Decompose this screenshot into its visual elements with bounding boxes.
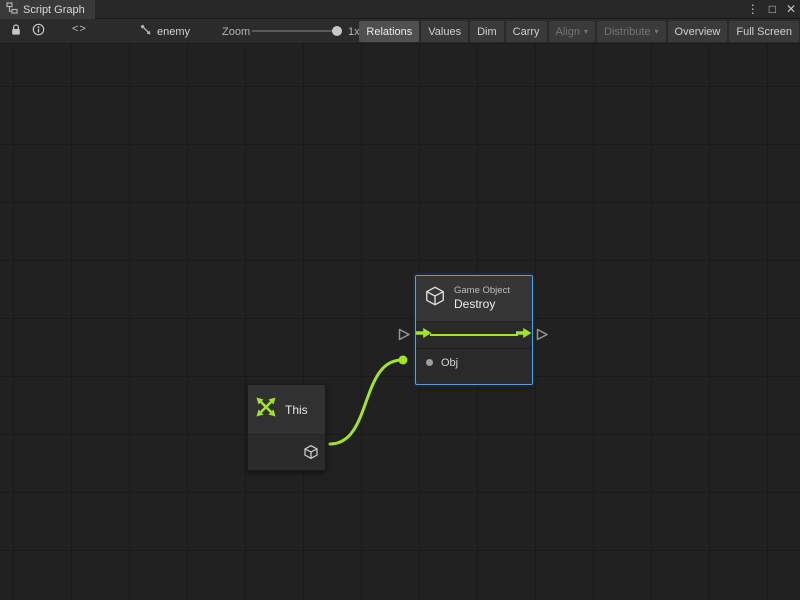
control-output-port[interactable] <box>535 327 549 342</box>
connection-wire[interactable] <box>0 44 800 600</box>
chevron-down-icon: ▾ <box>655 27 659 36</box>
toolbar-buttons: Relations Values Dim Carry Align ▾ Distr… <box>359 21 799 42</box>
game-object-cube-icon <box>424 285 446 312</box>
align-dropdown: Align ▾ <box>549 21 595 42</box>
zoom-value: 1x <box>348 26 360 38</box>
this-self-icon <box>254 395 278 424</box>
lock-button[interactable] <box>6 22 26 41</box>
graph-name-label: enemy <box>157 26 190 38</box>
maximize-icon[interactable]: □ <box>769 0 776 19</box>
zoom-slider[interactable] <box>252 29 340 33</box>
values-button[interactable]: Values <box>421 21 468 42</box>
window-menu-icon[interactable]: ⋮ <box>747 0 759 19</box>
node-this-body <box>248 435 325 470</box>
distribute-dropdown: Distribute ▾ <box>597 21 665 42</box>
node-this[interactable]: This <box>247 384 326 471</box>
info-icon <box>32 23 45 41</box>
zoom-slider-handle[interactable] <box>332 26 342 36</box>
overview-button[interactable]: Overview <box>668 21 728 42</box>
code-view-toggle[interactable]: <> <box>72 23 87 35</box>
relation-line <box>430 334 518 337</box>
node-title: This <box>285 403 308 417</box>
node-title: Destroy <box>454 297 510 312</box>
code-icon: <> <box>72 23 87 35</box>
obj-port-label: Obj <box>441 357 458 369</box>
node-destroy-header[interactable]: Game Object Destroy <box>416 276 532 322</box>
zoom-slider-track <box>252 30 340 32</box>
chevron-down-icon: ▾ <box>584 27 588 36</box>
obj-input-port-row[interactable]: Obj <box>416 349 532 376</box>
control-input-port[interactable] <box>397 327 411 342</box>
tab-script-graph[interactable]: Script Graph <box>0 0 95 19</box>
window-titlebar: Script Graph ⋮ □ ✕ <box>0 0 800 19</box>
tab-label: Script Graph <box>23 4 85 16</box>
node-destroy[interactable]: Game Object Destroy Obj <box>415 275 533 385</box>
full-screen-button[interactable]: Full Screen <box>729 21 799 42</box>
game-object-output-port[interactable] <box>303 444 319 465</box>
graph-canvas[interactable]: Game Object Destroy Obj <box>0 44 800 600</box>
breadcrumb[interactable]: enemy <box>140 22 190 41</box>
obj-port-dot[interactable] <box>426 359 433 366</box>
flow-arrow-out-icon <box>516 326 532 344</box>
connection-endpoint-dot[interactable] <box>399 356 408 365</box>
control-relation-row <box>416 322 532 348</box>
zoom-label: Zoom <box>222 26 250 38</box>
relations-button[interactable]: Relations <box>359 21 419 42</box>
info-button[interactable] <box>28 22 48 41</box>
close-icon[interactable]: ✕ <box>786 0 796 19</box>
lock-icon <box>10 23 22 41</box>
graph-toolbar: <> enemy Zoom 1x Relations Values Dim Ca… <box>0 19 800 44</box>
dim-button[interactable]: Dim <box>470 21 504 42</box>
script-graph-icon <box>6 1 18 19</box>
graph-asset-icon <box>140 23 152 41</box>
node-this-header[interactable]: This <box>248 385 325 435</box>
carry-button[interactable]: Carry <box>506 21 547 42</box>
node-type-label: Game Object <box>454 285 510 297</box>
